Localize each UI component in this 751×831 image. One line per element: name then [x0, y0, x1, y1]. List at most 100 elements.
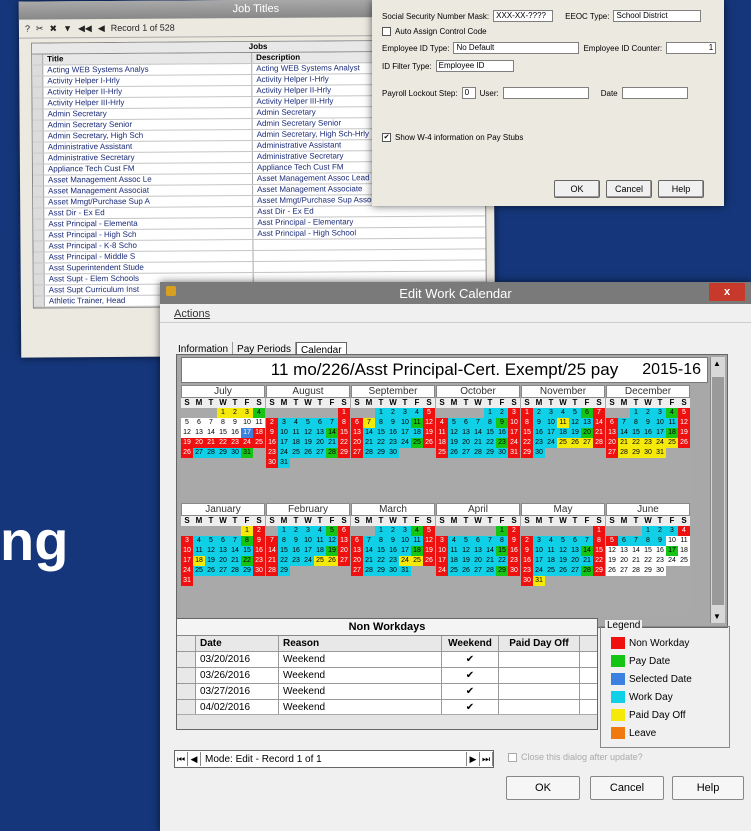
date-cell[interactable]: 04/02/2016	[196, 700, 279, 715]
calendar-day[interactable]: 9	[496, 418, 508, 428]
calendar-day[interactable]: 7	[472, 418, 484, 428]
calendar-day[interactable]: 19	[678, 428, 690, 438]
calendar-day[interactable]: 7	[593, 408, 605, 418]
calendar-day[interactable]: 27	[338, 556, 350, 566]
calendar-day[interactable]: 3	[436, 536, 448, 546]
calendar-day[interactable]: 1	[217, 408, 229, 418]
calendar-day[interactable]: 15	[642, 546, 654, 556]
reason-cell[interactable]: Weekend	[279, 652, 442, 667]
calendar-day[interactable]: 25	[290, 448, 302, 458]
calendar-day[interactable]: 10	[181, 546, 193, 556]
calendar-day[interactable]: 9	[253, 536, 265, 546]
calendar-day[interactable]: 16	[290, 546, 302, 556]
calendar-day[interactable]: 18	[253, 428, 265, 438]
job-title-cell[interactable]: Admin Secretary Senior	[43, 119, 253, 131]
calendar-day[interactable]: 20	[472, 556, 484, 566]
calendar-day[interactable]: 21	[363, 556, 375, 566]
column-header-date[interactable]: Date	[196, 636, 279, 651]
calendar-day[interactable]: 15	[521, 428, 533, 438]
calendar-day[interactable]: 1	[521, 408, 533, 418]
calendar-day[interactable]: 30	[654, 566, 666, 576]
calendar-day[interactable]: 14	[630, 546, 642, 556]
calendar-day[interactable]: 6	[314, 418, 326, 428]
paid-day-off-checkbox[interactable]	[499, 684, 580, 699]
calendar-day[interactable]: 9	[387, 536, 399, 546]
table-row[interactable]: 03/26/2016 Weekend ✔	[177, 668, 597, 684]
calendar-day[interactable]: 2	[266, 418, 278, 428]
calendar-day[interactable]: 30	[508, 566, 520, 576]
calendar-day[interactable]: 15	[217, 428, 229, 438]
date-cell[interactable]: 03/20/2016	[196, 652, 279, 667]
menu-actions[interactable]: Actions	[160, 304, 751, 323]
calendar-day[interactable]: 4	[290, 418, 302, 428]
calendar-day[interactable]: 14	[593, 418, 605, 428]
calendar-day[interactable]: 21	[205, 438, 217, 448]
calendar-day[interactable]: 5	[678, 408, 690, 418]
job-title-cell[interactable]: Asst Principal - K-8 Scho	[44, 240, 254, 252]
calendar-day[interactable]: 2	[521, 536, 533, 546]
calendar-day[interactable]: 3	[278, 418, 290, 428]
calendar-day[interactable]: 27	[351, 448, 363, 458]
calendar-day[interactable]: 7	[363, 536, 375, 546]
calendar-day[interactable]: 8	[484, 418, 496, 428]
calendar-day[interactable]: 10	[302, 536, 314, 546]
calendar-day[interactable]: 31	[278, 458, 290, 468]
calendar-day[interactable]: 12	[460, 546, 472, 556]
calendar-day[interactable]: 23	[387, 438, 399, 448]
calendar-day[interactable]: 11	[314, 536, 326, 546]
calendar-day[interactable]: 24	[241, 438, 253, 448]
calendar-day[interactable]: 27	[217, 566, 229, 576]
paid-day-off-checkbox[interactable]	[499, 652, 580, 667]
calendar-day[interactable]: 26	[423, 438, 435, 448]
calendar-day[interactable]: 9	[533, 418, 545, 428]
job-title-cell[interactable]: Admin Secretary, High Sch	[43, 130, 253, 142]
calendar-day[interactable]: 8	[217, 418, 229, 428]
calendar-day[interactable]: 16	[253, 546, 265, 556]
calendar-day[interactable]: 12	[423, 418, 435, 428]
calendar-day[interactable]: 20	[351, 438, 363, 448]
calendar-day[interactable]: 25	[411, 556, 423, 566]
calendar-day[interactable]: 18	[545, 556, 557, 566]
calendar-day[interactable]: 23	[229, 438, 241, 448]
calendar-day[interactable]: 6	[460, 418, 472, 428]
calendar-day[interactable]: 21	[593, 428, 605, 438]
job-title-cell[interactable]: Asset Management Assoc Le	[43, 174, 254, 186]
calendar-day[interactable]: 4	[545, 536, 557, 546]
calendar-scrollbar[interactable]: ▲ ▼	[710, 357, 725, 623]
calendar-day[interactable]: 18	[411, 546, 423, 556]
calendar-day[interactable]: 30	[533, 448, 545, 458]
calendar-day[interactable]: 14	[229, 546, 241, 556]
reason-cell[interactable]: Weekend	[279, 668, 442, 683]
calendar-day[interactable]: 26	[678, 438, 690, 448]
calendar-day[interactable]: 7	[326, 418, 338, 428]
calendar-day[interactable]: 31	[181, 576, 193, 586]
eeoc-type-select[interactable]: School District	[613, 10, 702, 22]
calendar-day[interactable]: 1	[484, 408, 496, 418]
calendar-day[interactable]: 29	[278, 566, 290, 576]
calendar-day[interactable]: 22	[496, 556, 508, 566]
calendar-day[interactable]: 25	[253, 438, 265, 448]
calendar-day[interactable]: 8	[630, 418, 642, 428]
calendar-day[interactable]: 16	[229, 428, 241, 438]
calendar-day[interactable]: 11	[545, 546, 557, 556]
job-title-cell[interactable]: Activity Helper I-Hrly	[43, 75, 253, 87]
calendar-day[interactable]: 1	[278, 526, 290, 536]
calendar-day[interactable]: 11	[436, 428, 448, 438]
delete-icon[interactable]: ✖	[49, 23, 57, 34]
paid-day-off-checkbox[interactable]	[499, 700, 580, 715]
calendar-day[interactable]: 27	[472, 566, 484, 576]
calendar-day[interactable]: 15	[241, 546, 253, 556]
calendar-day[interactable]: 20	[338, 546, 350, 556]
calendar-day[interactable]: 20	[193, 438, 205, 448]
calendar-day[interactable]: 22	[278, 556, 290, 566]
job-description-cell[interactable]	[254, 260, 486, 272]
calendar-day[interactable]: 16	[387, 546, 399, 556]
calendar-day[interactable]: 9	[521, 546, 533, 556]
calendar-day[interactable]: 26	[423, 556, 435, 566]
calendar-day[interactable]: 30	[496, 448, 508, 458]
calendar-day[interactable]: 12	[678, 418, 690, 428]
calendar-day[interactable]: 17	[241, 428, 253, 438]
calendar-day[interactable]: 24	[666, 556, 678, 566]
calendar-day[interactable]: 23	[253, 556, 265, 566]
calendar-day[interactable]: 17	[399, 428, 411, 438]
